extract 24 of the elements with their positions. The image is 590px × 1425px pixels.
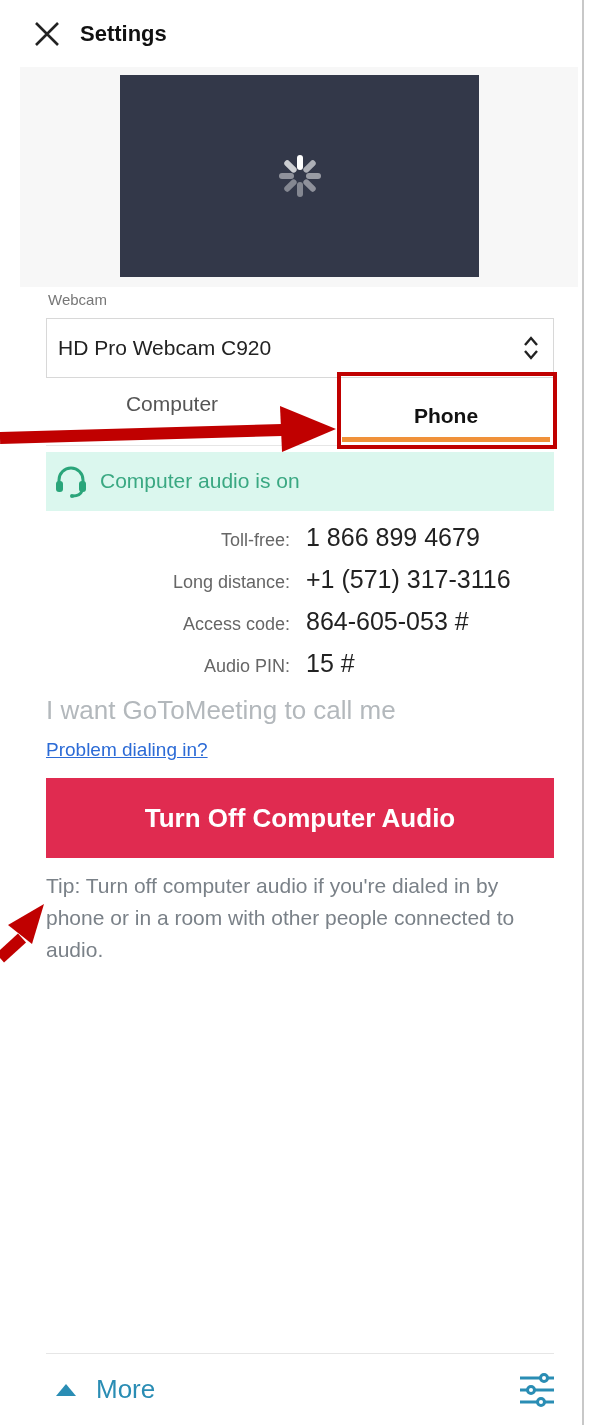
tip-text: Tip: Turn off computer audio if you're dialed in by phone or in a room with other people connected to audio. (46, 873, 516, 963)
field-label: Access code: (181, 612, 290, 636)
more-button[interactable]: More (46, 1370, 156, 1409)
headset-icon (54, 464, 88, 498)
field-value: 1 866 899 4679 (306, 521, 481, 553)
field-value: +1 (571) 317-3116 (306, 563, 512, 595)
field-value: 864-605-053 # (306, 605, 470, 637)
field-value: 15 # (306, 647, 356, 679)
panel-title: Settings (80, 20, 167, 48)
help-link[interactable]: Problem dialing in? (46, 735, 208, 764)
annotation-arrow (0, 904, 44, 963)
field-label: Webcam (48, 290, 108, 310)
tab[interactable]: Phone (342, 381, 550, 442)
close-button[interactable] (34, 20, 60, 47)
status-text: Computer audio is on (100, 468, 300, 495)
webcam-select[interactable]: HD Pro Webcam C920 (46, 317, 554, 378)
field-label: Long distance: (171, 570, 290, 594)
caret-icon (56, 1383, 76, 1396)
field-label: Toll-free: (219, 528, 290, 552)
field-label: Audio PIN: (202, 654, 290, 678)
settings-button[interactable] (520, 1372, 554, 1407)
turn-off-audio-button[interactable]: Turn Off Computer Audio (46, 778, 554, 858)
tab[interactable]: Computer (115, 381, 229, 420)
up-down-icon (523, 334, 539, 361)
